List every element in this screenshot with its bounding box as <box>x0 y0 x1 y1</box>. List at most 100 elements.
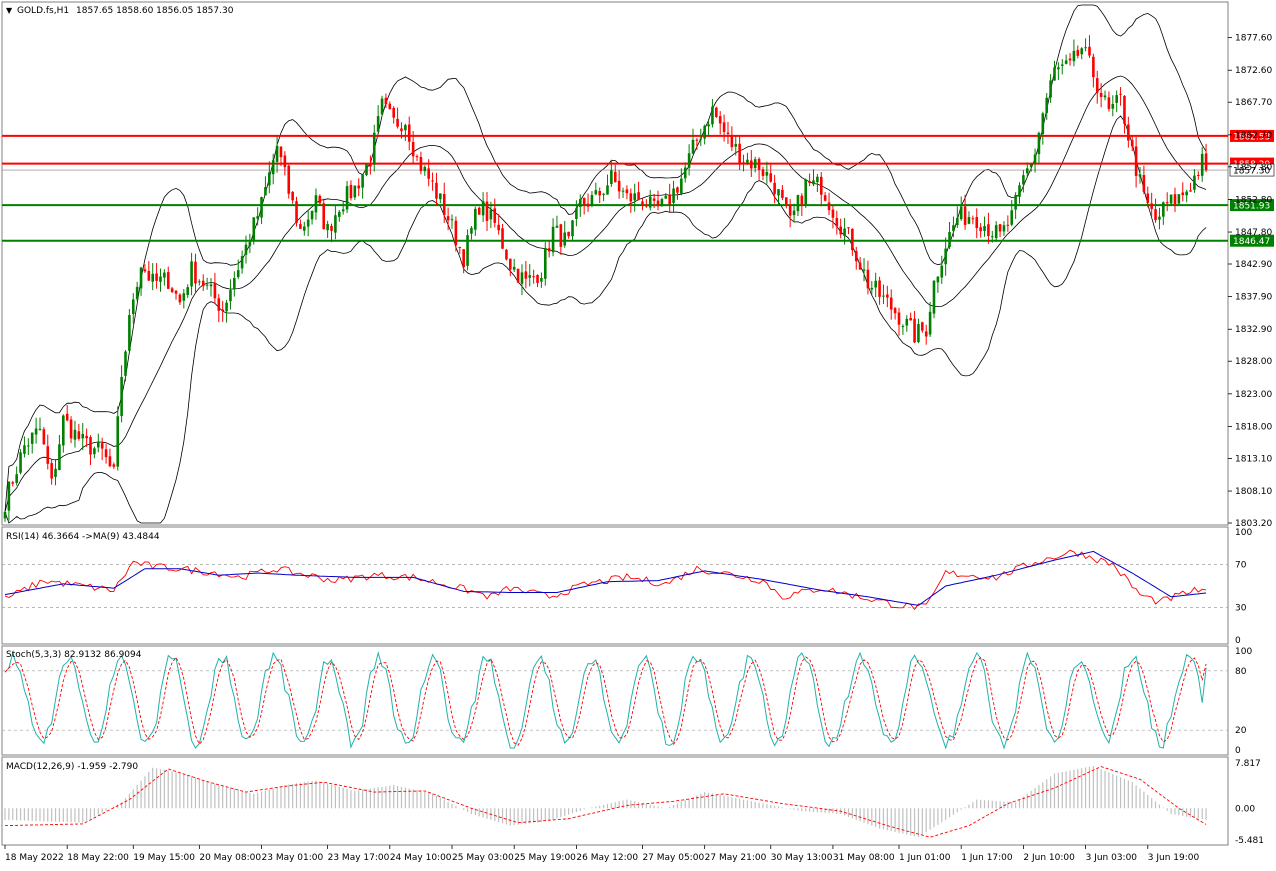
bear-candle <box>143 269 147 272</box>
bear-candle <box>761 169 765 176</box>
bear-candle <box>178 294 182 303</box>
bear-candle <box>971 218 975 220</box>
bear-candle <box>462 249 465 268</box>
price-tick-label: 1808.10 <box>1235 487 1272 497</box>
bear-candle <box>726 132 730 135</box>
bear-candle <box>878 280 881 297</box>
bear-candle <box>509 258 512 270</box>
bear-candle <box>1123 95 1126 124</box>
bull-candle <box>244 244 248 255</box>
bear-candle <box>598 190 602 196</box>
bear-candle <box>788 204 792 216</box>
bull-candle <box>1049 80 1052 98</box>
bear-candle <box>1092 56 1095 78</box>
bull-candle <box>3 511 7 519</box>
price-tick-label: 1862.70 <box>1235 131 1272 141</box>
bull-candle <box>159 276 162 282</box>
bear-candle <box>1181 192 1185 196</box>
bear-candle <box>854 250 858 262</box>
bull-candle <box>703 125 706 139</box>
bear-candle <box>69 419 73 439</box>
bull-candle <box>58 444 61 471</box>
bull-candle <box>936 276 940 283</box>
bear-candle <box>1197 175 1200 177</box>
bear-candle <box>738 143 741 164</box>
bull-candle <box>1158 216 1161 220</box>
bull-candle <box>268 172 271 186</box>
macd-tick-label: -5.481 <box>1235 836 1264 846</box>
bear-candle <box>477 207 481 215</box>
time-tick-label: 31 May 08:00 <box>833 853 895 863</box>
bull-candle <box>116 416 120 467</box>
bear-candle <box>42 429 46 445</box>
bear-candle <box>279 146 283 158</box>
bear-candle <box>516 268 520 283</box>
symbol-label: GOLD.fs,H1 <box>17 6 69 16</box>
bear-candle <box>1130 140 1134 147</box>
time-tick-label: 2 Jun 10:00 <box>1023 853 1075 863</box>
bull-candle <box>326 224 329 231</box>
bull-candle <box>345 186 349 210</box>
stoch-tick-label: 20 <box>1235 726 1247 736</box>
bull-candle <box>361 174 364 188</box>
bear-candle <box>897 312 901 325</box>
bear-candle <box>676 187 679 193</box>
bear-candle <box>1088 46 1091 56</box>
bull-candle <box>23 445 26 454</box>
bear-candle <box>1150 203 1153 209</box>
bull-candle <box>1064 60 1068 64</box>
bull-candle <box>404 125 407 131</box>
bull-candle <box>73 429 77 440</box>
bull-candle <box>439 193 442 200</box>
bull-candle <box>302 226 306 231</box>
bear-candle <box>1068 58 1072 61</box>
bull-candle <box>1169 194 1173 204</box>
price-tick-label: 1837.90 <box>1235 293 1272 303</box>
bull-candle <box>1193 175 1196 190</box>
bear-candle <box>170 288 174 292</box>
bull-candle <box>594 190 598 195</box>
bear-candle <box>819 176 823 195</box>
bull-candle <box>590 194 594 205</box>
bear-candle <box>431 180 434 182</box>
bull-candle <box>275 145 279 162</box>
bull-candle <box>240 256 244 269</box>
bull-candle <box>765 171 769 176</box>
bull-candle <box>843 228 846 237</box>
bull-candle <box>862 269 866 271</box>
bull-candle <box>610 170 613 184</box>
bull-candle <box>19 452 22 473</box>
bull-candle <box>131 299 135 315</box>
bear-candle <box>1204 153 1208 171</box>
bear-candle <box>975 217 979 229</box>
bear-candle <box>715 107 718 117</box>
bear-candle <box>318 195 322 204</box>
bear-candle <box>909 317 912 321</box>
bear-candle <box>1095 78 1099 93</box>
price-tick-label: 1867.70 <box>1235 98 1272 108</box>
time-tick-label: 27 May 21:00 <box>705 853 767 863</box>
bear-candle <box>847 227 850 229</box>
price-tick-label: 1842.90 <box>1235 260 1272 270</box>
bear-candle <box>831 209 835 218</box>
price-tick-label: 1818.00 <box>1235 422 1272 432</box>
bull-candle <box>248 242 252 246</box>
bull-candle <box>874 280 877 288</box>
bear-candle <box>641 201 644 205</box>
bull-candle <box>7 481 11 511</box>
bull-candle <box>551 226 555 253</box>
bear-candle <box>357 185 361 189</box>
bull-candle <box>163 272 166 278</box>
time-tick-label: 23 May 01:00 <box>262 853 324 863</box>
dropdown-arrow-icon[interactable]: ▼ <box>6 6 13 15</box>
bear-candle <box>85 435 88 439</box>
bull-candle <box>120 376 123 416</box>
bull-candle <box>1060 64 1064 66</box>
chart-window: 1862.531858.291851.931846.471857.30 1007… <box>0 0 1276 867</box>
bull-candle <box>1200 153 1204 176</box>
bull-candle <box>1018 185 1021 197</box>
bear-candle <box>866 269 870 289</box>
bear-candle <box>924 331 928 337</box>
bull-candle <box>30 432 34 444</box>
bull-candle <box>124 351 127 376</box>
